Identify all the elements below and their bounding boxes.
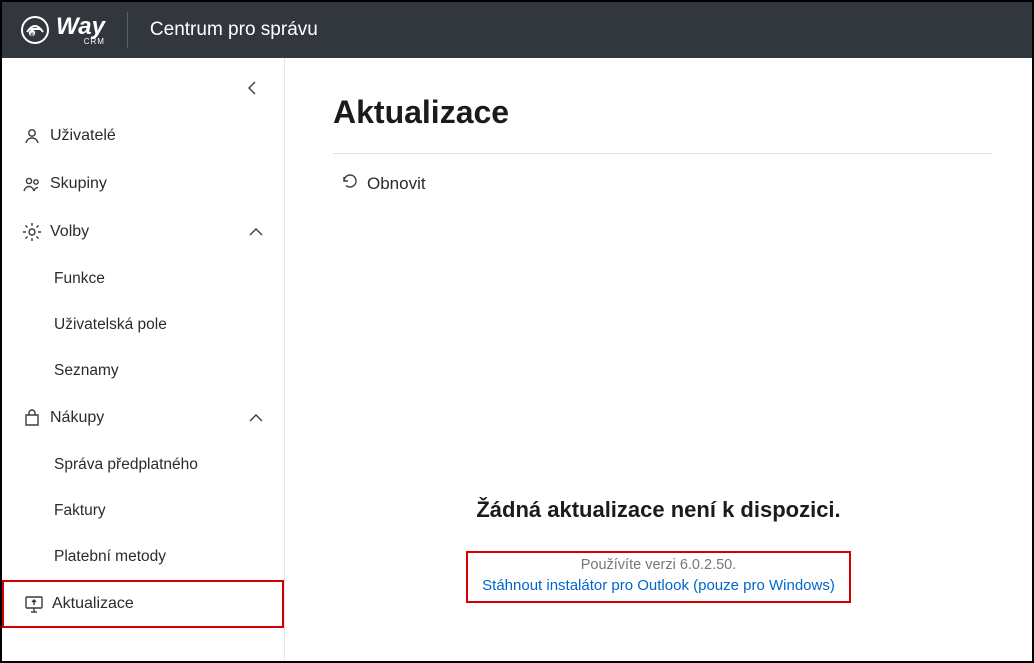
sidebar-label-users: Uživatelé (50, 127, 266, 145)
download-installer-link[interactable]: Stáhnout instalátor pro Outlook (pouze p… (482, 577, 835, 594)
sidebar-item-lists[interactable]: Seznamy (2, 348, 284, 394)
user-icon (22, 126, 50, 146)
sidebar-label-subscription: Správa předplatného (54, 456, 198, 474)
sidebar-label-options: Volby (50, 223, 246, 241)
chevron-up-icon (246, 411, 266, 425)
page-title: Aktualizace (333, 94, 992, 131)
sidebar-label-payment: Platební metody (54, 548, 166, 566)
sidebar-item-updates[interactable]: Aktualizace (2, 580, 284, 628)
sidebar-label-groups: Skupiny (50, 175, 266, 193)
brand-name: Way (56, 15, 105, 39)
logo-text-block: Way CRM (56, 15, 105, 46)
sidebar-item-subscription[interactable]: Správa předplatného (2, 442, 284, 488)
logo-mark-icon: e (20, 15, 50, 45)
sidebar-item-options[interactable]: Volby (2, 208, 284, 256)
sidebar-item-payment[interactable]: Platební metody (2, 534, 284, 580)
sidebar-label-purchases: Nákupy (50, 409, 246, 427)
sidebar-collapse-button[interactable] (2, 68, 284, 112)
sidebar-label-lists: Seznamy (54, 362, 119, 380)
sidebar-label-userfields: Uživatelská pole (54, 316, 167, 334)
sidebar-label-features: Funkce (54, 270, 105, 288)
brand-logo: e Way CRM (20, 12, 128, 48)
sidebar-label-invoices: Faktury (54, 502, 106, 520)
download-highlight-box: Používíte verzi 6.0.2.50. Stáhnout insta… (466, 551, 851, 603)
chevron-up-icon (246, 225, 266, 239)
group-icon (22, 174, 50, 194)
sidebar-item-features[interactable]: Funkce (2, 256, 284, 302)
gear-icon (22, 222, 50, 242)
version-text: Používíte verzi 6.0.2.50. (482, 557, 835, 573)
status-title: Žádná aktualizace není k dispozici. (285, 497, 1032, 523)
refresh-icon (341, 172, 359, 195)
monitor-upload-icon (24, 594, 52, 614)
sidebar-item-invoices[interactable]: Faktury (2, 488, 284, 534)
sidebar-item-users[interactable]: Uživatelé (2, 112, 284, 160)
sidebar-item-purchases[interactable]: Nákupy (2, 394, 284, 442)
sidebar-item-userfields[interactable]: Uživatelská pole (2, 302, 284, 348)
refresh-button[interactable]: Obnovit (333, 172, 992, 195)
chevron-left-icon (246, 80, 260, 101)
sidebar-item-groups[interactable]: Skupiny (2, 160, 284, 208)
sidebar: Uživatelé Skupiny Volby Funkce Uživatels… (2, 58, 285, 661)
refresh-label: Obnovit (367, 174, 426, 194)
bag-icon (22, 408, 50, 428)
update-status-block: Žádná aktualizace není k dispozici. Použ… (285, 497, 1032, 603)
main-content: Aktualizace Obnovit Žádná aktualizace ne… (285, 58, 1032, 661)
sidebar-label-updates: Aktualizace (52, 595, 264, 613)
app-header: e Way CRM Centrum pro správu (2, 2, 1032, 58)
header-title: Centrum pro správu (150, 19, 318, 41)
divider (333, 153, 992, 154)
